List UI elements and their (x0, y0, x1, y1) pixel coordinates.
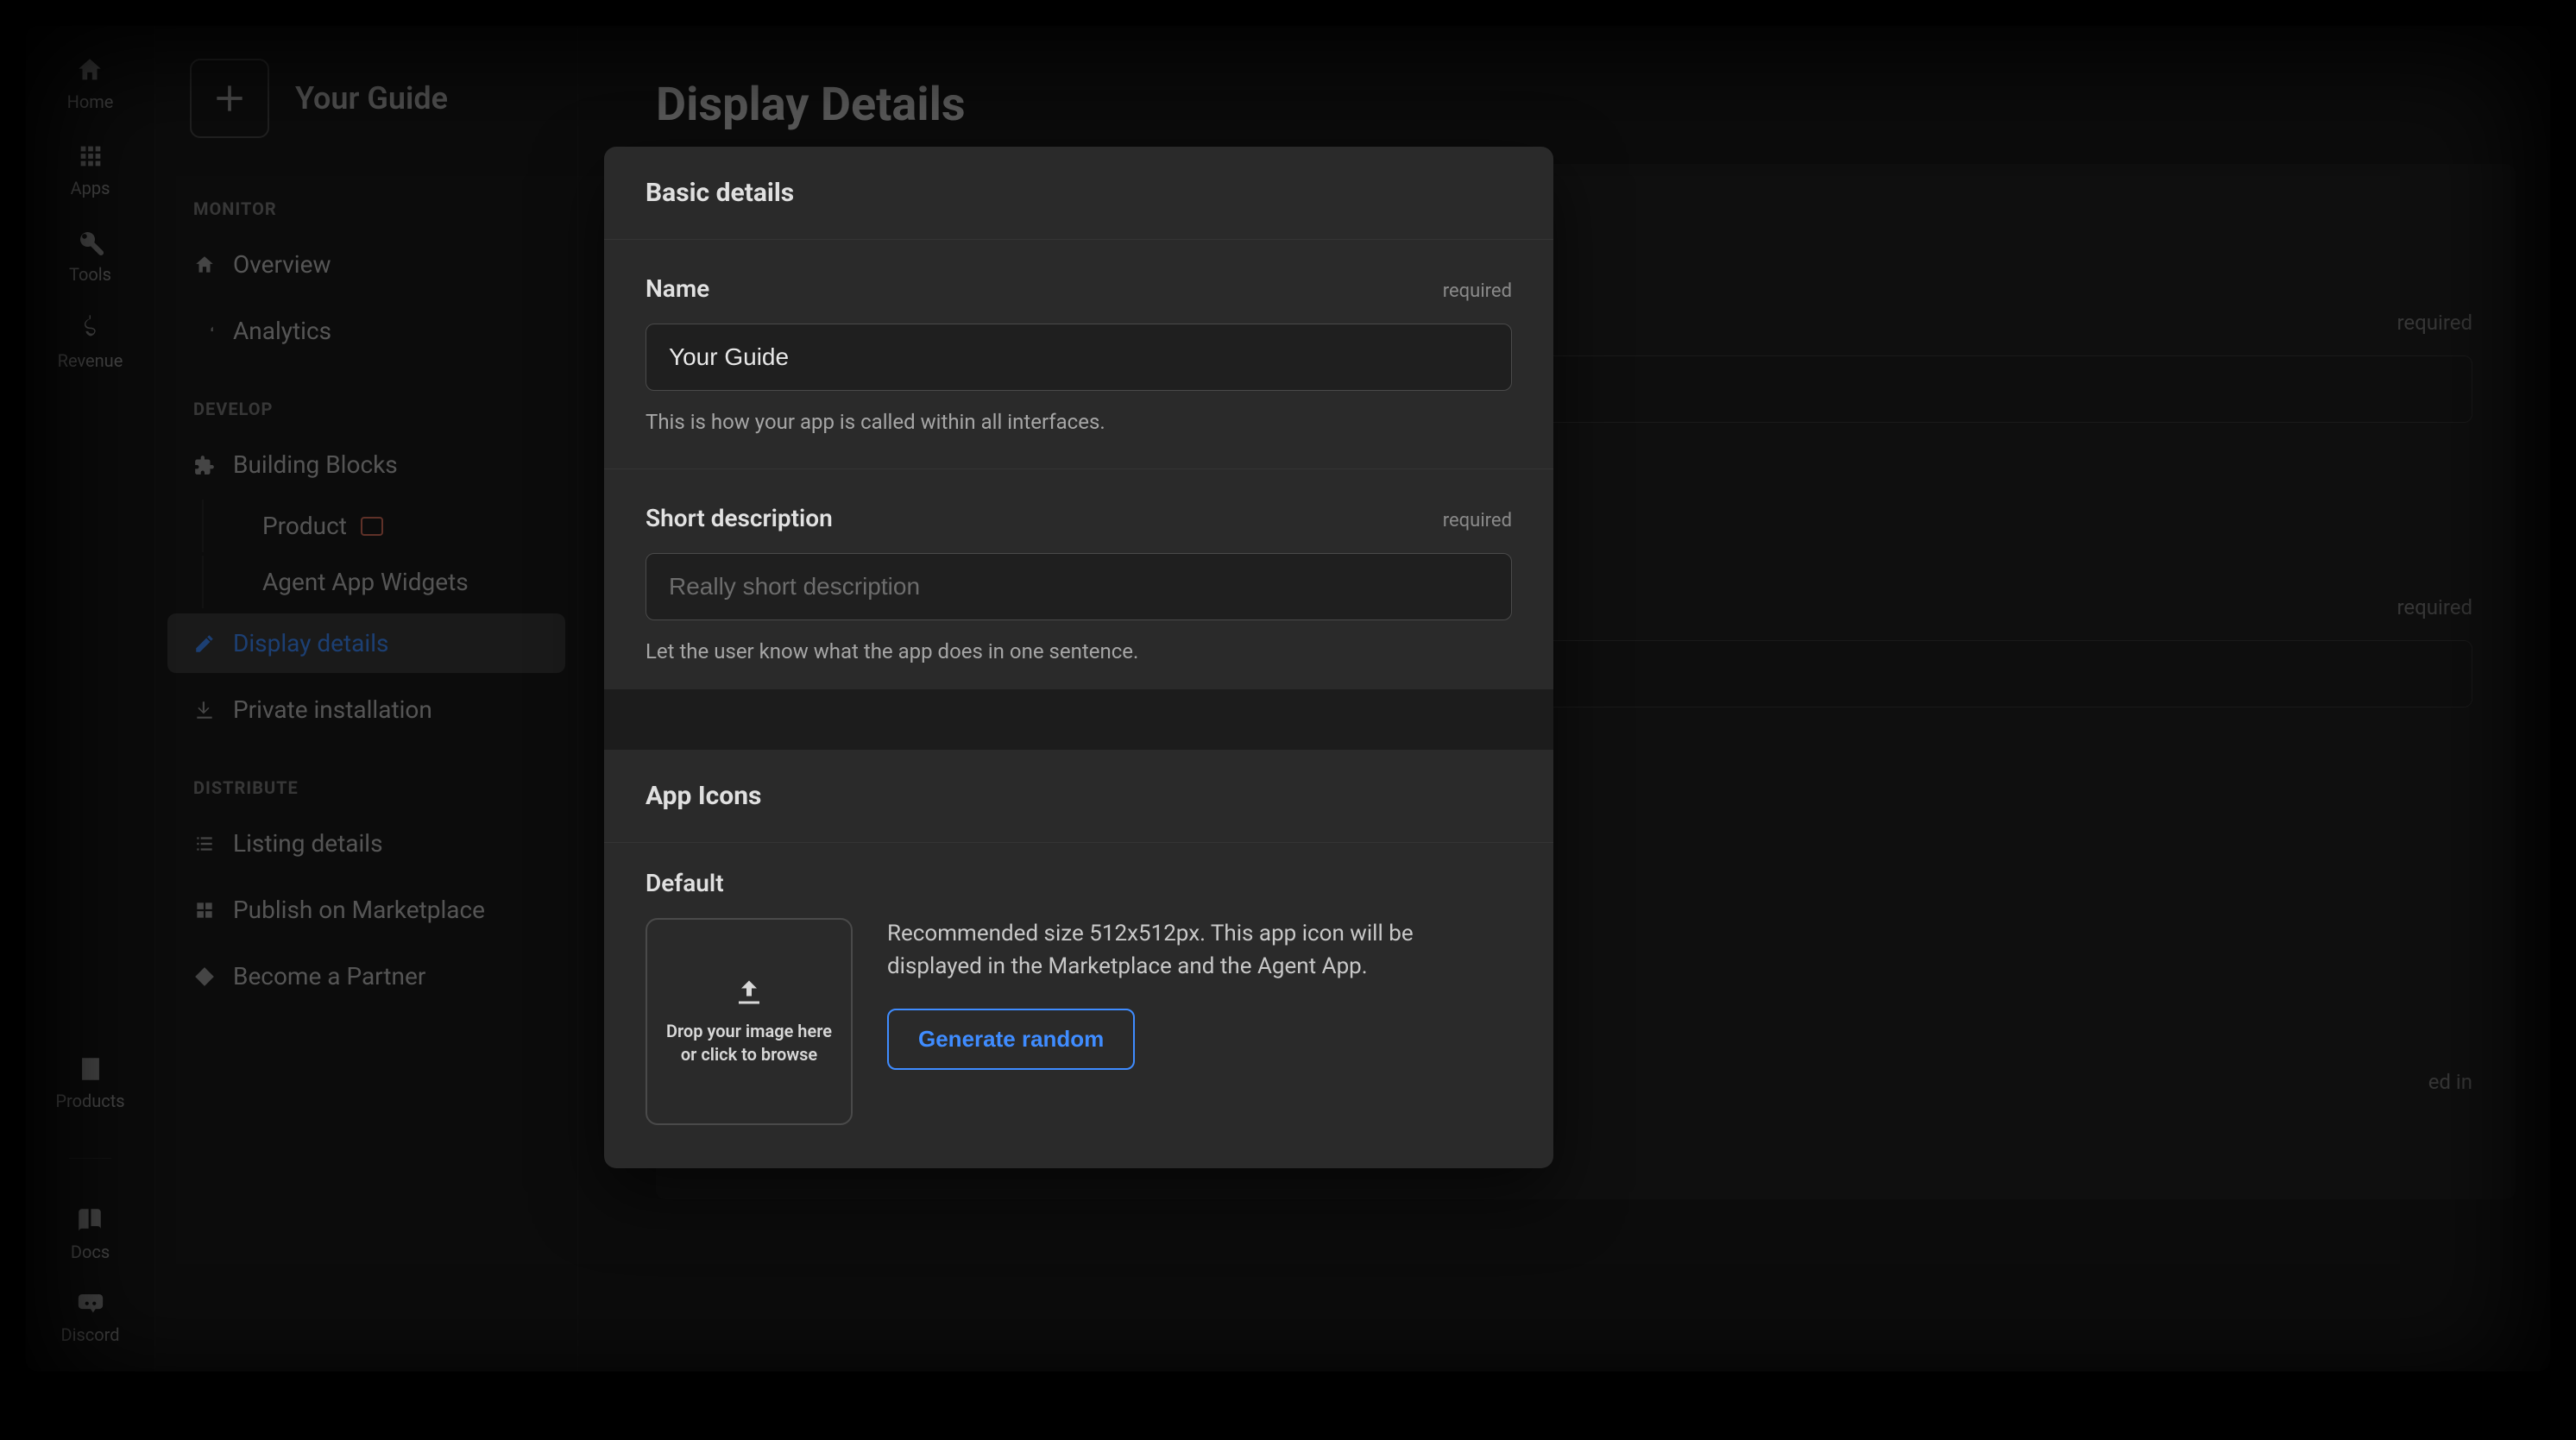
wrench-icon (76, 228, 105, 257)
name-required: required (1443, 280, 1512, 302)
section-label-develop: DEVELOP (155, 364, 577, 431)
nav-display-details[interactable]: Display details (167, 613, 565, 673)
trend-icon (193, 320, 216, 343)
chat-badge-icon (361, 517, 383, 536)
shortdesc-help: Let the user know what the app does in o… (646, 639, 1512, 663)
puzzle-icon (193, 454, 216, 476)
grid-icon (193, 899, 216, 921)
nav-private-install[interactable]: Private installation (167, 680, 565, 739)
note-icon (76, 1054, 105, 1084)
rail-item-discord[interactable]: Discord (60, 1288, 119, 1345)
modal-separator-1 (604, 468, 1553, 469)
nav-partner-label: Become a Partner (233, 962, 425, 990)
rail-item-apps[interactable]: Apps (71, 141, 110, 198)
section-label-monitor: MONITOR (155, 164, 577, 231)
rail-label-revenue: Revenue (58, 350, 123, 371)
nav-publish[interactable]: Publish on Marketplace (167, 880, 565, 940)
nav-analytics[interactable]: Analytics (167, 301, 565, 361)
nav-listing-details[interactable]: Listing details (167, 814, 565, 873)
shortdesc-label: Short description (646, 504, 833, 532)
pencil-icon (193, 632, 216, 655)
rail-label-apps: Apps (71, 178, 110, 198)
nav-overview[interactable]: Overview (167, 235, 565, 294)
nav-listing-details-label: Listing details (233, 829, 383, 858)
nav-display-details-label: Display details (233, 629, 388, 657)
name-label: Name (646, 274, 709, 303)
rail-separator (69, 1158, 110, 1159)
modal-heading-icons: App Icons (604, 750, 1553, 843)
page-title: Display Details (656, 78, 2472, 132)
apps-icon (76, 141, 105, 171)
rail-item-tools[interactable]: Tools (69, 228, 111, 285)
subnav-agent-widgets-label: Agent App Widgets (262, 568, 469, 596)
rail-label-docs: Docs (71, 1242, 110, 1262)
subnav-product[interactable]: Product (202, 500, 565, 552)
rail-label-discord: Discord (60, 1324, 119, 1345)
modal-heading-basic: Basic details (604, 147, 1553, 240)
nav-overview-label: Overview (233, 250, 331, 279)
generate-random-button[interactable]: Generate random (887, 1009, 1135, 1070)
rail-item-home[interactable]: Home (67, 55, 114, 112)
rail-label-products: Products (55, 1091, 124, 1111)
name-help: This is how your app is called within al… (646, 410, 1512, 434)
nav-rail: Home Apps Tools Revenue Products (26, 26, 155, 1371)
rail-item-revenue[interactable]: Revenue (58, 314, 123, 371)
icon-dropzone[interactable]: Drop your image here or click to browse (646, 918, 853, 1125)
nav-partner[interactable]: Become a Partner (167, 946, 565, 1006)
subnav-product-label: Product (262, 512, 347, 540)
home-icon (193, 254, 216, 276)
shortdesc-input[interactable] (646, 553, 1512, 620)
nav-building-blocks[interactable]: Building Blocks (167, 435, 565, 494)
nav-analytics-label: Analytics (233, 317, 331, 345)
dropzone-text: Drop your image here or click to browse (661, 1020, 837, 1066)
icon-description: Recommended size 512x512px. This app ico… (887, 918, 1512, 983)
subnav-agent-widgets[interactable]: Agent App Widgets (202, 556, 565, 608)
display-details-modal: Basic details Name required This is how … (604, 147, 1553, 1168)
icons-default-label: Default (646, 869, 1512, 897)
nav-building-blocks-label: Building Blocks (233, 450, 398, 479)
home-icon (75, 55, 104, 85)
sidebar-title: Your Guide (295, 80, 448, 116)
plus-icon (211, 79, 249, 117)
diamond-icon (193, 965, 216, 988)
download-icon (193, 699, 216, 721)
rail-label-home: Home (67, 91, 114, 112)
upload-icon (734, 977, 765, 1008)
book-icon (75, 1205, 104, 1235)
modal-gap (604, 689, 1553, 750)
rail-label-tools: Tools (69, 264, 111, 285)
nav-private-install-label: Private installation (233, 695, 432, 724)
sidebar: Your Guide MONITOR Overview Analytics DE… (155, 26, 578, 1371)
add-app-button[interactable] (190, 59, 269, 138)
discord-icon (76, 1288, 105, 1317)
name-input[interactable] (646, 324, 1512, 391)
dollar-icon (76, 314, 105, 343)
rail-item-docs[interactable]: Docs (71, 1205, 110, 1262)
shortdesc-required: required (1443, 510, 1512, 531)
section-label-distribute: DISTRIBUTE (155, 743, 577, 810)
nav-publish-label: Publish on Marketplace (233, 896, 485, 924)
rail-item-products[interactable]: Products (55, 1054, 124, 1111)
list-icon (193, 833, 216, 855)
